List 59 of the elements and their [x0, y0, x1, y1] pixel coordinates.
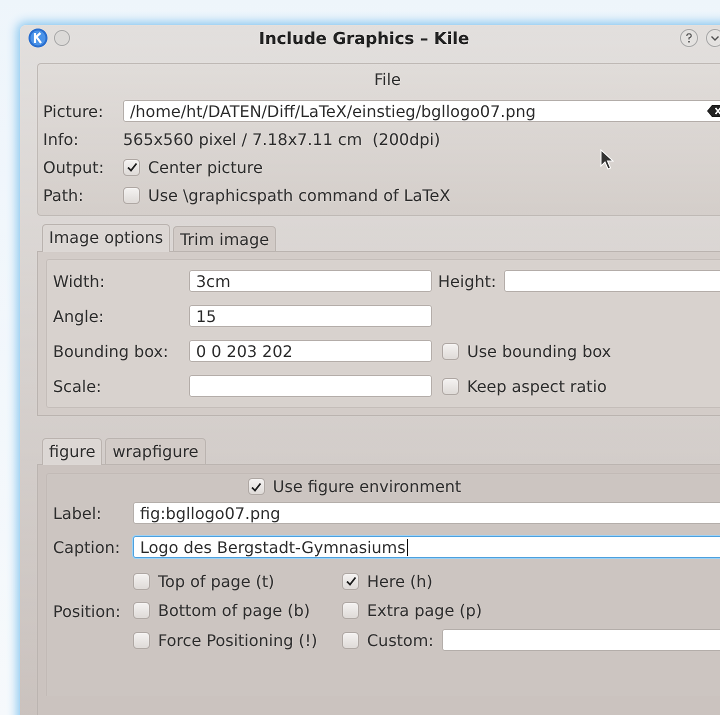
field-label: Output: — [43, 158, 105, 176]
tab[interactable]: wrapfigure — [105, 438, 206, 464]
group-title: File — [373, 69, 402, 91]
graphicspath-checkbox[interactable]: Use \graphicspath command of LaTeX — [123, 186, 450, 204]
checkbox[interactable] — [133, 632, 150, 648]
checkbox[interactable] — [133, 602, 150, 618]
tab[interactable]: figure — [42, 438, 102, 465]
help-icon[interactable] — [680, 29, 698, 47]
checkbox[interactable] — [248, 478, 265, 495]
angle-field[interactable]: 15 — [189, 305, 432, 327]
check-icon — [250, 480, 262, 492]
custom-checkbox[interactable]: Custom: — [342, 630, 434, 650]
tab[interactable]: Image options — [42, 224, 170, 252]
custom-field[interactable] — [442, 629, 720, 651]
field-label: Picture: — [43, 102, 104, 120]
tab[interactable]: Trim image — [173, 226, 276, 251]
app-logo-icon[interactable] — [28, 28, 48, 48]
field-label: Position: — [53, 602, 122, 620]
cursor-icon — [600, 149, 614, 171]
check-icon — [126, 161, 138, 173]
window-title: Include Graphics – Kile — [258, 28, 470, 48]
checkbox[interactable] — [442, 378, 459, 394]
position-checkbox[interactable]: Bottom of page (b) — [133, 600, 310, 620]
label-field[interactable]: fig:bgllogo07.png — [133, 502, 720, 524]
checkbox[interactable] — [123, 158, 140, 176]
height-field[interactable] — [504, 270, 720, 292]
field-label: Bounding box: — [53, 342, 170, 360]
figure-environment-checkbox[interactable]: Use figure environment — [248, 477, 462, 496]
position-checkbox[interactable]: Force Positioning (!) — [133, 630, 318, 650]
field-label: Angle: — [53, 306, 105, 326]
field-label: Path: — [43, 186, 85, 204]
checkbox[interactable] — [123, 186, 140, 204]
field-label: Scale: — [53, 376, 102, 396]
caption-field[interactable]: Logo des Bergstadt-Gymnasiums — [133, 536, 720, 558]
field-label: Label: — [53, 504, 103, 522]
checkbox[interactable] — [342, 632, 359, 648]
clear-icon[interactable] — [707, 105, 720, 117]
window-button-icon[interactable] — [54, 30, 70, 46]
position-checkbox[interactable]: Top of page (t) — [133, 572, 274, 590]
field-label: Info: — [43, 130, 80, 148]
bounding-box-checkbox[interactable]: Use bounding box — [442, 342, 612, 360]
checkbox[interactable] — [133, 572, 150, 590]
width-field[interactable]: 3cm — [189, 270, 432, 292]
checkbox[interactable] — [342, 602, 359, 618]
scale-field[interactable] — [189, 375, 432, 397]
info-text: 565x560 pixel / 7.18x7.11 cm (200dpi) — [123, 130, 440, 148]
field-label: Height: — [438, 272, 496, 290]
center-picture-checkbox[interactable]: Center picture — [123, 158, 263, 176]
field-label: Caption: — [53, 538, 122, 556]
check-icon — [344, 575, 356, 587]
bounding-box-field[interactable]: 0 0 203 202 — [189, 340, 432, 362]
path-field[interactable]: /home/ht/DATEN/Diff/LaTeX/einstieg/bgllogo07.png — [123, 100, 720, 122]
checkbox[interactable] — [442, 342, 459, 360]
position-checkbox[interactable]: Here (h) — [342, 572, 433, 590]
aspect-ratio-checkbox[interactable]: Keep aspect ratio — [442, 376, 607, 396]
checkbox[interactable] — [342, 572, 359, 590]
field-label: Width: — [53, 272, 106, 290]
minimize-icon[interactable] — [706, 29, 720, 47]
position-checkbox[interactable]: Extra page (p) — [342, 600, 482, 620]
